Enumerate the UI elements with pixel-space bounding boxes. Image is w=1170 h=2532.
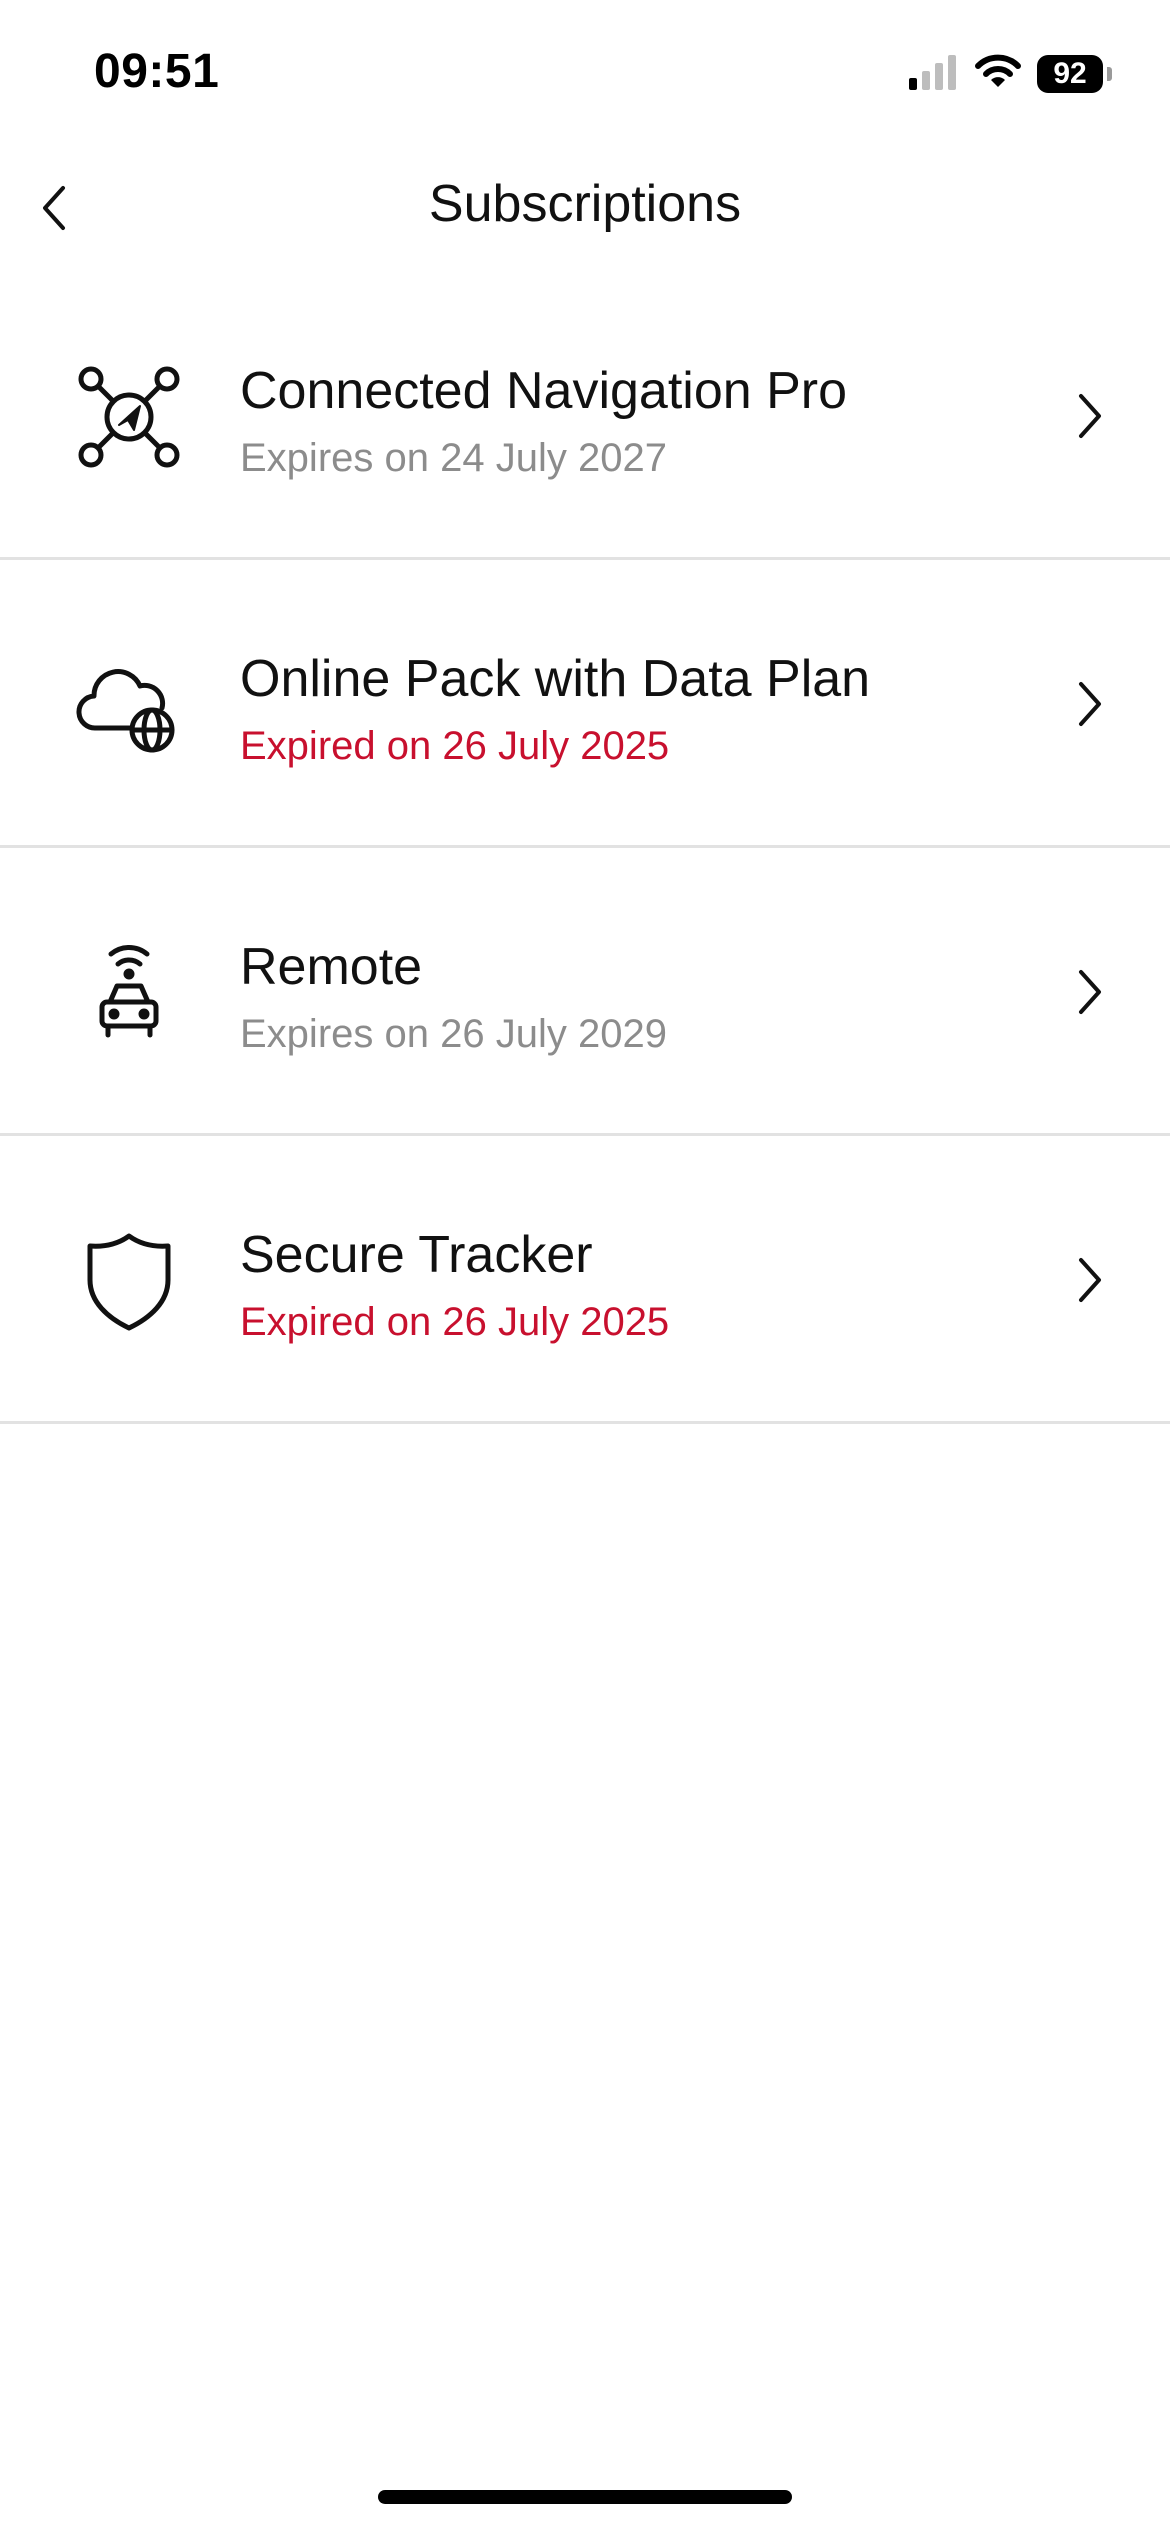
subscription-item-connected-navigation-pro[interactable]: Connected Navigation Pro Expires on 24 J… xyxy=(0,272,1170,560)
shield-icon xyxy=(74,1226,184,1336)
subscription-title: Connected Navigation Pro xyxy=(240,362,848,420)
subscription-title: Remote xyxy=(240,938,423,996)
status-icons: 92 xyxy=(909,52,1112,96)
nav-header: Subscriptions xyxy=(0,150,1170,266)
subscription-text: Online Pack with Data Plan Expired on 26… xyxy=(240,648,1020,770)
page-title: Subscriptions xyxy=(428,175,742,233)
subscription-list: Connected Navigation Pro Expires on 24 J… xyxy=(0,272,1170,1424)
subscription-text: Connected Navigation Pro Expires on 24 J… xyxy=(240,360,1020,482)
battery-indicator: 92 xyxy=(1037,55,1103,93)
subscription-title: Online Pack with Data Plan xyxy=(240,650,871,708)
chevron-right-icon xyxy=(1070,1248,1110,1312)
subscription-text: Secure Tracker Expired on 26 July 2025 xyxy=(240,1224,1020,1346)
remote-car-icon xyxy=(74,938,184,1048)
subscription-item-remote[interactable]: Remote Expires on 26 July 2029 xyxy=(0,848,1170,1136)
subscription-status: Expired on 26 July 2025 xyxy=(240,724,670,768)
chevron-right-icon xyxy=(1070,960,1110,1024)
network-nav-icon xyxy=(74,362,184,472)
home-indicator[interactable] xyxy=(378,2490,792,2504)
status-time: 09:51 xyxy=(94,45,220,98)
status-bar: 09:51 92 xyxy=(0,0,1170,150)
battery-level: 92 xyxy=(1053,57,1087,90)
chevron-right-icon xyxy=(1070,672,1110,736)
subscription-title: Secure Tracker xyxy=(240,1226,593,1284)
subscription-item-online-pack[interactable]: Online Pack with Data Plan Expired on 26… xyxy=(0,560,1170,848)
subscription-text: Remote Expires on 26 July 2029 xyxy=(240,936,1020,1058)
subscription-item-secure-tracker[interactable]: Secure Tracker Expired on 26 July 2025 xyxy=(0,1136,1170,1424)
subscription-status: Expires on 26 July 2029 xyxy=(240,1012,667,1056)
battery-cap xyxy=(1107,67,1112,81)
wifi-icon xyxy=(975,54,1021,95)
chevron-right-icon xyxy=(1070,384,1110,448)
cloud-globe-icon xyxy=(74,650,184,760)
subscription-status: Expired on 26 July 2025 xyxy=(240,1300,670,1344)
subscription-status: Expires on 24 July 2027 xyxy=(240,436,667,480)
cellular-signal-icon xyxy=(909,54,959,95)
